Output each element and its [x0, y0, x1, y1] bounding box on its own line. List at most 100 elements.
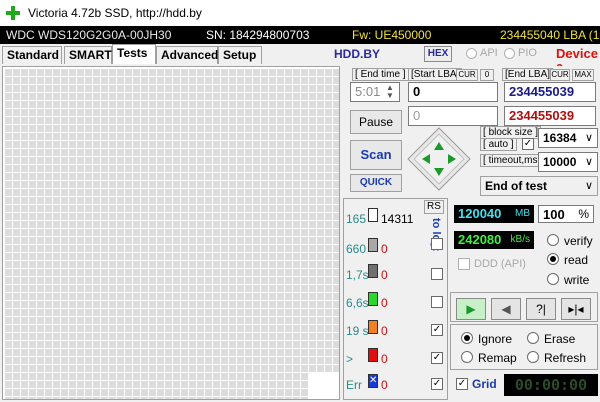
tab-setup[interactable]: Setup: [218, 46, 262, 64]
mb-readout: 120040 MB: [454, 205, 534, 223]
end-action-select[interactable]: End of test ∨: [480, 176, 598, 196]
pio-label: PIO: [518, 47, 537, 59]
mb-value: 120040: [458, 206, 502, 221]
hist-label-19s: 19 s: [346, 324, 369, 338]
hist-count-165: 14311: [381, 212, 414, 226]
auto-label: [ auto ]: [480, 138, 517, 151]
refresh-radio[interactable]: [527, 351, 539, 363]
timeout-label-text: timeout,ms: [488, 155, 538, 166]
end-max-button[interactable]: MAX: [572, 69, 594, 81]
end-lba-label: [End LBA]: [502, 68, 554, 81]
scan-progress-gap: [309, 373, 339, 399]
tab-smart[interactable]: SMART: [64, 46, 112, 64]
scan-button[interactable]: Scan: [350, 140, 402, 170]
timeout-value: 10000: [543, 155, 577, 169]
block-size-chevron-icon: ∨: [584, 132, 593, 144]
speed-value: 242080: [458, 232, 502, 247]
hist-label-over: >: [346, 352, 354, 366]
drive-firmware: Fw: UE450000: [352, 28, 432, 42]
start-lba-field[interactable]: 0: [408, 82, 498, 102]
end-action-value: End of test: [485, 179, 547, 193]
start-lba-label: [Start LBA]: [408, 68, 463, 81]
ddd-label: DDD (API): [474, 258, 526, 270]
grid-label: Grid: [472, 377, 497, 391]
hist-count-over: 0: [381, 352, 388, 366]
timeout-chevron-icon: ∨: [584, 156, 593, 168]
mode-read-radio[interactable]: [547, 253, 559, 265]
test-controls: [ End time ] 5:01 ▲▼ [Start LBA] CUR 0 0…: [346, 66, 598, 198]
erase-label: Erase: [544, 332, 576, 346]
hist-log-checkbox-19s[interactable]: ✓: [431, 324, 443, 336]
refresh-label: Refresh: [544, 351, 587, 365]
end-time-spinner[interactable]: ▲ ▼: [386, 84, 394, 100]
erase-radio[interactable]: [527, 332, 539, 344]
quick-button[interactable]: QUICK: [350, 174, 402, 192]
ignore-radio[interactable]: [461, 332, 473, 344]
timeout-select[interactable]: 10000 ∨: [538, 152, 598, 172]
mb-unit: MB: [515, 208, 530, 219]
ddd-checkbox[interactable]: [458, 258, 470, 270]
mode-verify-label: verify: [564, 234, 593, 248]
back-icon[interactable]: ◀: [491, 298, 521, 320]
step-icon[interactable]: ?|: [526, 298, 556, 320]
mode-write-label: write: [564, 273, 590, 287]
grid-checkbox[interactable]: ✓: [456, 378, 468, 390]
window-title: Victoria 4.72b SSD, http://hdd.by: [28, 6, 202, 20]
hist-log-checkbox-1-7s[interactable]: [431, 268, 443, 280]
pause-button[interactable]: Pause: [350, 110, 402, 134]
tab-tests[interactable]: Tests: [112, 44, 156, 64]
hist-swatch-165: [368, 208, 378, 222]
hist-log-checkbox-165[interactable]: [431, 238, 443, 250]
scan-block-map: [5, 69, 339, 399]
end-cur-button[interactable]: CUR: [550, 69, 570, 81]
mode-write-radio[interactable]: [547, 273, 559, 285]
hist-label-1-7s: 1,7s: [346, 268, 369, 282]
start-zero-button[interactable]: 0: [480, 69, 494, 81]
drive-lba: 234455040 LBA (12: [500, 28, 600, 42]
tab-standard[interactable]: Standard: [2, 46, 62, 64]
end-time-label-text: End time: [360, 69, 401, 80]
end-icon[interactable]: ▸|◂: [561, 298, 591, 320]
hist-count-err: 0: [381, 378, 388, 392]
end-lba-current: 234455039: [504, 106, 596, 126]
hist-swatch-err: ✕: [368, 374, 378, 388]
tab-row: Standard SMART Tests Advanced Setup HDD.…: [0, 44, 600, 76]
percent-unit: %: [578, 207, 589, 221]
hist-label-660: 660: [346, 242, 367, 256]
play-icon[interactable]: ▶: [456, 298, 486, 320]
end-lba-label-text: End LBA: [507, 69, 548, 80]
hist-swatch-over: [368, 348, 378, 362]
hist-count-660: 0: [381, 242, 388, 256]
tab-advanced[interactable]: Advanced: [156, 46, 218, 64]
site-link[interactable]: HDD.BY: [334, 47, 380, 61]
block-size-label-text: block size: [488, 127, 533, 138]
hist-swatch-660: [368, 238, 378, 252]
end-lba-field[interactable]: 234455039: [504, 82, 596, 102]
title-bar: Victoria 4.72b SSD, http://hdd.by: [0, 0, 600, 26]
hist-log-checkbox-6-6s[interactable]: [431, 296, 443, 308]
app-icon: [6, 6, 20, 20]
remap-radio[interactable]: [461, 351, 473, 363]
start-lba-current: 0: [408, 106, 498, 126]
block-size-select[interactable]: 16384 ∨: [538, 128, 598, 148]
hist-label-165: 165: [346, 212, 367, 226]
speed-unit: kB/s: [510, 234, 530, 245]
remap-label: Remap: [478, 351, 517, 365]
auto-checkbox[interactable]: ✓: [522, 138, 534, 150]
rs-button[interactable]: RS: [424, 200, 444, 214]
elapsed-timer: 00:00:00: [504, 374, 598, 396]
api-radio[interactable]: [466, 48, 477, 59]
hist-log-checkbox-err[interactable]: ✓: [431, 378, 443, 390]
end-action-chevron-icon: ∨: [584, 180, 593, 192]
auto-label-text: auto: [488, 139, 509, 150]
timeout-label: [ timeout,ms ]: [480, 154, 547, 167]
pio-radio[interactable]: [504, 48, 515, 59]
hist-swatch-6-6s: [368, 292, 378, 306]
block-size-value: 16384: [543, 131, 577, 145]
hex-button[interactable]: HEX: [424, 46, 452, 62]
hist-label-6-6s: 6,6s: [346, 296, 369, 310]
start-cur-button[interactable]: CUR: [456, 69, 478, 81]
mode-verify-radio[interactable]: [547, 234, 559, 246]
navigation-pad: [407, 127, 471, 191]
hist-log-checkbox-over[interactable]: ✓: [431, 352, 443, 364]
